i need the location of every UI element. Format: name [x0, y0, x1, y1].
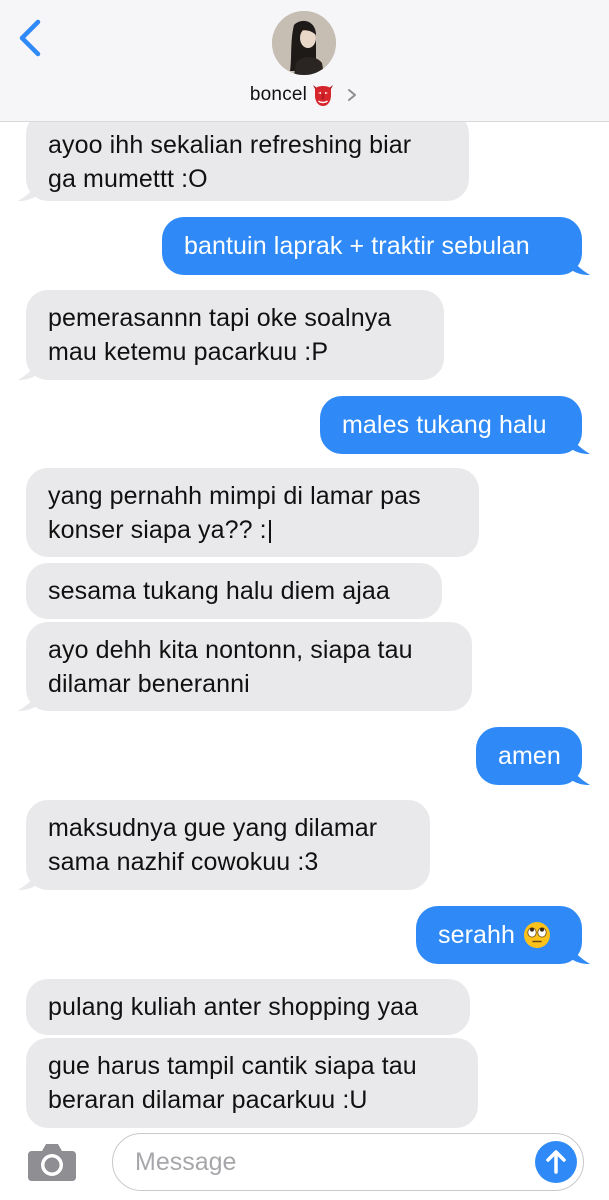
- message-text: gue harus tampil cantik siapa tau berara…: [48, 1052, 417, 1114]
- message-bubble-outgoing[interactable]: amen: [476, 727, 590, 785]
- message-bubble-incoming[interactable]: pulang kuliah anter shopping yaa: [26, 979, 470, 1035]
- message-bubble-incoming[interactable]: gue harus tampil cantik siapa tau berara…: [26, 1038, 478, 1128]
- bubble-tail: [18, 870, 40, 890]
- bubble-tail: [568, 765, 590, 785]
- composer-bar: [0, 1130, 609, 1200]
- avatar[interactable]: [272, 11, 336, 75]
- message-text: males tukang halu: [342, 411, 547, 439]
- message-text: pulang kuliah anter shopping yaa: [48, 993, 419, 1021]
- bubble-tail: [18, 691, 40, 711]
- conversation-header: boncel: [0, 0, 609, 122]
- red-mask-emoji-icon: [313, 85, 334, 106]
- camera-button[interactable]: [26, 1139, 78, 1183]
- contact-name: boncel: [249, 84, 308, 105]
- message-thread[interactable]: ayoo ihh sekalian refreshing biar ga mum…: [0, 0, 609, 1130]
- message-bubble-incoming[interactable]: ayo dehh kita nontonn, siapa tau dilamar…: [18, 622, 472, 711]
- bubble-tail: [568, 255, 590, 275]
- message-bubble-outgoing[interactable]: serahh: [416, 906, 590, 964]
- message-bubble-incoming[interactable]: ayoo ihh sekalian refreshing biar ga mum…: [18, 112, 469, 201]
- message-bubble-outgoing[interactable]: bantuin laprak + traktir sebulan: [162, 217, 590, 275]
- message-bubble-incoming[interactable]: pemerasannn tapi oke soalnya mau ketemu …: [18, 290, 444, 380]
- message-text: pemerasannn tapi oke soalnya mau ketemu …: [48, 304, 392, 366]
- bubble-tail: [568, 434, 590, 454]
- back-button[interactable]: [14, 18, 48, 58]
- message-bubble-incoming[interactable]: maksudnya gue yang dilamar sama nazhif c…: [18, 800, 430, 890]
- message-text: yang pernahh mimpi di lamar pas konser s…: [48, 481, 421, 544]
- message-text: sesama tukang halu diem ajaa: [48, 577, 390, 605]
- eye-roll-emoji-icon: [524, 922, 551, 948]
- bubble-tail: [18, 360, 40, 380]
- bubble-tail: [568, 944, 590, 964]
- avatar-photo-icon: [272, 11, 336, 75]
- message-bubble-outgoing[interactable]: males tukang halu: [320, 396, 590, 454]
- message-text: amen: [498, 742, 561, 770]
- arrow-up-icon: [546, 1150, 566, 1174]
- send-button[interactable]: [535, 1141, 577, 1183]
- message-text: maksudnya gue yang dilamar sama nazhif c…: [48, 814, 378, 876]
- camera-icon: [28, 1144, 76, 1181]
- message-bubble-incoming[interactable]: sesama tukang halu diem ajaa: [26, 563, 442, 619]
- message-bubble-incoming[interactable]: yang pernahh mimpi di lamar pas konser s…: [26, 468, 479, 557]
- chevron-right-icon: [348, 89, 357, 101]
- message-text: ayoo ihh sekalian refreshing biar ga mum…: [48, 130, 412, 193]
- message-text: bantuin laprak + traktir sebulan: [184, 232, 530, 260]
- message-text: serahh: [438, 921, 516, 949]
- message-input[interactable]: [135, 1134, 515, 1190]
- chevron-left-icon: [19, 19, 41, 57]
- bubble-tail: [18, 181, 40, 201]
- contact-details-link[interactable]: boncel: [0, 81, 609, 109]
- message-text: ayo dehh kita nontonn, siapa tau dilamar…: [48, 635, 413, 698]
- message-field[interactable]: [112, 1133, 584, 1191]
